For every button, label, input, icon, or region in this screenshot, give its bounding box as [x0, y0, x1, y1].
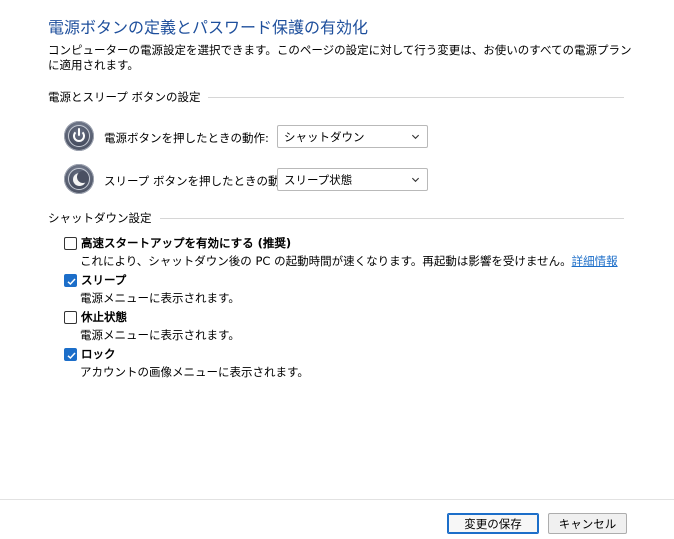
- power-buttons-section-header: 電源とスリープ ボタンの設定: [48, 89, 624, 105]
- cancel-button[interactable]: キャンセル: [548, 513, 627, 534]
- page-title: 電源ボタンの定義とパスワード保護の有効化: [48, 18, 369, 37]
- power-buttons-section-title: 電源とスリープ ボタンの設定: [48, 90, 201, 104]
- section-divider: [208, 96, 624, 98]
- page-intro: コンピューターの電源設定を選択できます。このページの設定に対して行う変更は、お使…: [48, 43, 632, 72]
- sleep-description: 電源メニューに表示されます。: [80, 291, 240, 305]
- lock-description: アカウントの画像メニューに表示されます。: [80, 365, 309, 379]
- lock-checkbox[interactable]: [64, 347, 77, 361]
- shutdown-section-title: シャットダウン設定: [48, 211, 152, 225]
- hibernate-option[interactable]: 休止状態: [64, 309, 127, 325]
- sleep-moon-icon: [64, 164, 94, 194]
- more-info-link[interactable]: 詳細情報: [572, 254, 618, 268]
- sleep-button-row: [64, 164, 94, 194]
- sleep-button-label: スリープ ボタンを押したときの動作:: [104, 174, 295, 188]
- sleep-option[interactable]: スリープ: [64, 272, 126, 288]
- shutdown-section-header: シャットダウン設定: [48, 210, 624, 226]
- fast-startup-description-text: これにより、シャットダウン後の PC の起動時間が速くなります。再起動は影響を受…: [80, 254, 572, 268]
- chevron-down-icon: [411, 134, 420, 140]
- lock-label: ロック: [81, 347, 116, 361]
- fast-startup-checkbox[interactable]: [64, 236, 77, 250]
- power-button-row: [64, 121, 94, 151]
- lock-option[interactable]: ロック: [64, 346, 116, 362]
- sleep-label: スリープ: [81, 273, 127, 287]
- footer-divider: [0, 499, 674, 500]
- power-button-label: 電源ボタンを押したときの動作:: [104, 131, 269, 145]
- chevron-down-icon: [411, 177, 420, 183]
- hibernate-checkbox[interactable]: [64, 310, 77, 324]
- sleep-button-action-value: スリープ状態: [284, 172, 353, 187]
- hibernate-label: 休止状態: [81, 310, 127, 324]
- sleep-checkbox[interactable]: [64, 273, 77, 287]
- sleep-button-action-select[interactable]: スリープ状態: [277, 168, 428, 191]
- power-icon: [64, 121, 94, 151]
- power-button-action-select[interactable]: シャットダウン: [277, 125, 428, 148]
- checkmark-icon: [67, 351, 76, 359]
- checkmark-icon: [67, 277, 76, 285]
- fast-startup-label: 高速スタートアップを有効にする (推奨): [81, 236, 292, 250]
- power-button-action-value: シャットダウン: [284, 129, 365, 144]
- fast-startup-description: これにより、シャットダウン後の PC の起動時間が速くなります。再起動は影響を受…: [80, 253, 618, 269]
- fast-startup-option[interactable]: 高速スタートアップを有効にする (推奨): [64, 235, 291, 251]
- save-changes-button[interactable]: 変更の保存: [447, 513, 539, 534]
- section-divider: [159, 217, 624, 219]
- hibernate-description: 電源メニューに表示されます。: [80, 328, 240, 342]
